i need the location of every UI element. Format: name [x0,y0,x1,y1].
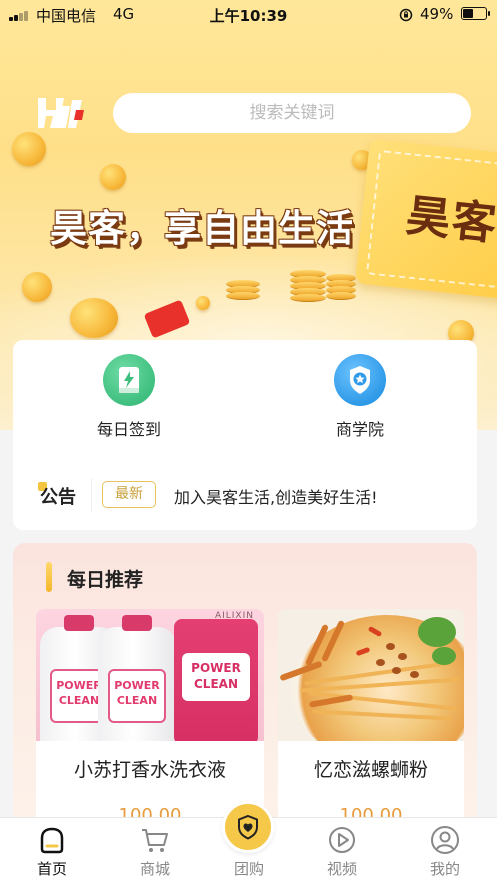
tab-mine[interactable]: 我的 [405,818,485,883]
entry-label: 商学院 [335,420,384,439]
section-accent-bar [46,562,52,592]
daily-recommend-section: 每日推荐 AILIXIN POWER CLEAN POWER CLEAN POWER… [13,543,477,833]
entry-daily-checkin[interactable]: 每日签到 [69,354,189,440]
product-image[interactable]: AILIXIN POWER CLEAN POWER CLEAN POWER CLEAN [36,609,264,741]
coin-stack-decoration [290,270,326,302]
notice-title: 公告 [40,487,76,508]
user-icon [431,826,459,854]
coin-decoration [196,296,210,310]
entry-business-school[interactable]: 商学院 [300,354,420,440]
product-name: 忆恋滋螺蛳粉 [313,759,428,781]
tab-label: 商城 [139,860,170,878]
rotation-lock-icon [399,8,413,22]
tab-label: 团购 [233,860,264,878]
tab-label: 我的 [429,860,460,878]
notice-bar[interactable]: 公告 最新 加入昊客生活,创造美好生活! [13,470,477,520]
coin-stack-decoration [226,280,260,300]
section-heading: 每日推荐 [67,569,144,591]
banner-ticket: 昊客 [355,138,497,307]
tab-home[interactable]: 首页 [12,818,92,883]
tab-label: 首页 [36,860,67,878]
tab-mall[interactable]: 商城 [115,818,195,883]
group-buy-fab[interactable] [222,801,274,853]
ebook-bolt-icon [103,354,155,406]
tab-video[interactable]: 视频 [302,818,382,883]
home-icon [40,827,64,854]
coin-decoration [12,132,46,166]
play-icon [329,827,355,853]
banner-ticket-text: 昊客 [403,190,497,251]
battery-icon [461,7,490,20]
coin-decoration [100,164,126,190]
status-bar: 中国电信 4G 上午10:39 49% [0,0,497,30]
coin-stack-decoration [326,274,356,300]
notice-badge: 最新 [102,481,156,508]
shield-heart-icon [238,814,258,840]
medal-star-icon [334,354,386,406]
coin-decoration [22,272,52,302]
product-card[interactable]: AILIXIN POWER CLEAN POWER CLEAN POWER CLEAN… [36,609,264,833]
app-logo-icon[interactable] [36,96,84,130]
battery-percent: 49% [420,5,454,23]
entry-label: 每日签到 [96,420,161,439]
search-input[interactable]: 搜索关键词 [113,93,471,133]
notice-text[interactable]: 加入昊客生活,创造美好生活! [174,484,378,508]
coin-decoration [70,298,118,338]
cart-icon [142,829,168,852]
product-name: 小苏打香水洗衣液 [73,759,226,781]
tab-label: 视频 [326,860,357,878]
notice-divider [91,478,92,512]
quick-entry-card: 每日签到 商学院 公告 最新 加入昊客生活,创造美好生活! [13,340,477,530]
banner-slogan: 昊客，享自由生活 [50,207,354,250]
product-image[interactable] [278,609,464,741]
product-card[interactable]: 忆恋滋螺蛳粉 100.00 [278,609,464,833]
